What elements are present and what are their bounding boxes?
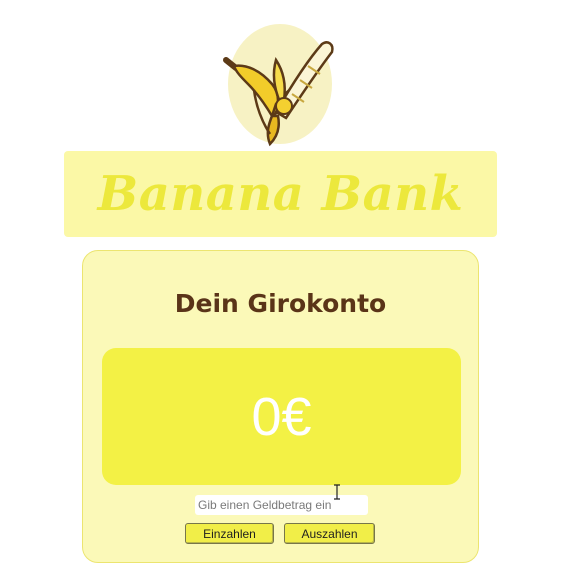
balance-value: 0€ — [251, 386, 312, 447]
account-title: Dein Girokonto — [174, 289, 387, 318]
brand-title: Banana Bank — [97, 166, 464, 222]
banana-bank-page: Banana Bank Dein Girokonto 0€ Einzahlen … — [0, 0, 563, 577]
amount-input[interactable] — [195, 495, 368, 515]
deposit-button[interactable]: Einzahlen — [185, 523, 274, 544]
banana-logo — [214, 22, 344, 150]
withdraw-button[interactable]: Auszahlen — [284, 523, 375, 544]
banana-icon — [223, 24, 334, 147]
text-cursor-icon — [333, 484, 341, 500]
balance-display: 0€ — [102, 348, 461, 485]
brand-banner: Banana Bank — [64, 151, 497, 237]
account-card: Dein Girokonto 0€ Einzahlen Auszahlen — [82, 250, 479, 563]
